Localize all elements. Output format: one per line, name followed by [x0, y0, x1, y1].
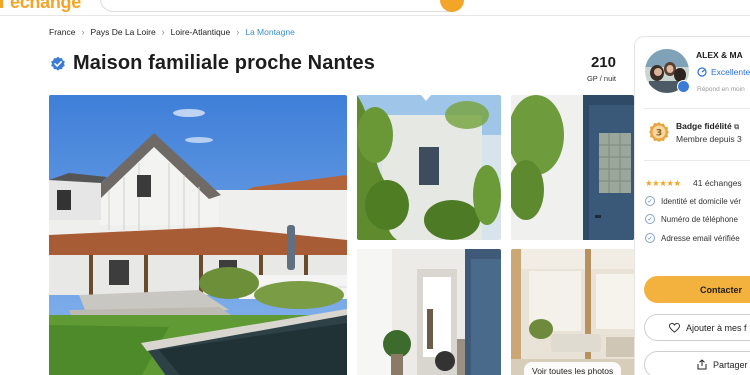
divider — [644, 160, 750, 161]
breadcrumb-separator: › — [161, 27, 165, 37]
gauge-icon — [697, 67, 707, 77]
verified-badge-icon — [51, 56, 65, 71]
listing-title: Maison familiale proche Nantes — [73, 52, 375, 74]
share-icon — [697, 359, 707, 370]
verification-identity: ✓ Identité et domicile vér — [645, 196, 741, 206]
verification-label: Numéro de téléphone — [661, 214, 738, 224]
loyalty-badge-label: Badge fidélité — [676, 121, 732, 131]
add-to-favorites-button[interactable]: Ajouter à mes f — [644, 314, 750, 341]
breadcrumb-item-city[interactable]: La Montagne — [245, 27, 295, 37]
exchange-count: 41 échanges — [693, 178, 742, 188]
external-link-icon: ⧉ — [734, 124, 740, 131]
rating-stars: ★★★★★ — [645, 178, 681, 188]
host-level-label: Excellente — [711, 67, 750, 77]
search-input[interactable] — [100, 0, 462, 12]
contact-button[interactable]: Contacter — [644, 276, 750, 303]
verification-email: ✓ Adresse email vérifiée — [645, 233, 740, 243]
photo-blue-door[interactable] — [511, 95, 634, 240]
verification-phone: ✓ Numéro de téléphone — [645, 214, 738, 224]
share-label: Partager — [713, 359, 748, 370]
breadcrumb-item-department[interactable]: Loire-Atlantique — [171, 27, 231, 37]
check-circle-icon: ✓ — [645, 214, 655, 224]
breadcrumb-item-region[interactable]: Pays De La Loire — [90, 27, 155, 37]
loyalty-badge-title[interactable]: Badge fidélité ⧉ — [676, 121, 739, 132]
host-response-time: Répond en moin — [697, 86, 745, 93]
site-logo[interactable]: échange — [0, 0, 81, 13]
heart-icon — [669, 322, 680, 333]
photo-ivy-facade[interactable] — [357, 95, 501, 240]
breadcrumb-item-country[interactable]: France — [49, 27, 75, 37]
logo-text: échange — [10, 0, 81, 12]
host-level: Excellente — [697, 67, 750, 77]
listing-price: 210 — [590, 54, 616, 71]
breadcrumb-separator: › — [236, 27, 240, 37]
svg-text:3: 3 — [656, 129, 662, 139]
check-circle-icon: ✓ — [645, 233, 655, 243]
see-all-photos-button[interactable]: Voir toutes les photos — [524, 362, 622, 375]
host-name[interactable]: ALEX & MA — [696, 50, 743, 60]
loyalty-badge-icon: 3 — [649, 122, 669, 142]
listing-price-unit: GP / nuit — [586, 74, 616, 83]
photo-main-house[interactable] — [49, 95, 347, 375]
check-circle-icon: ✓ — [645, 196, 655, 206]
photo-interior-hallway[interactable] — [357, 249, 501, 375]
verification-label: Adresse email vérifiée — [661, 233, 740, 243]
divider — [644, 108, 750, 109]
photo-living-room[interactable] — [511, 249, 634, 375]
verification-label: Identité et domicile vér — [661, 196, 742, 206]
logo-mark-icon — [0, 0, 8, 8]
top-navigation-bar: échange — [0, 0, 750, 16]
share-button[interactable]: Partager — [644, 351, 750, 375]
member-since: Membre depuis 3 — [676, 134, 742, 144]
breadcrumb: France › Pays De La Loire › Loire-Atlant… — [49, 27, 295, 37]
verified-avatar-icon — [677, 80, 690, 93]
breadcrumb-separator: › — [81, 27, 85, 37]
favorites-label: Ajouter à mes f — [686, 322, 747, 333]
